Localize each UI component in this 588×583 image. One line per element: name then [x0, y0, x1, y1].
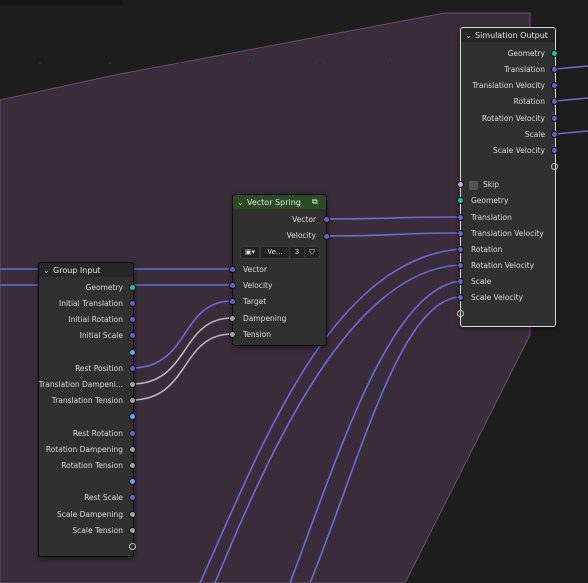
socket-scale-dampening[interactable] [129, 511, 136, 518]
output-scale: Scale [524, 130, 545, 139]
output-rotation-tension: Rotation Tension [61, 461, 123, 470]
socket-in-scale-velocity[interactable] [457, 294, 464, 301]
group-name-field[interactable]: Ve... [260, 246, 290, 259]
socket-out-geometry[interactable] [551, 50, 558, 57]
output-rotation-velocity: Rotation Velocity [481, 114, 545, 123]
socket-in-dampening[interactable] [229, 315, 236, 322]
input-dampening: Dampening [243, 314, 287, 323]
vector-spring-node[interactable]: ⌄ Vector Spring ⧉ Vector Velocity ▣▾ Ve.… [232, 194, 327, 346]
input-rotation: Rotation [471, 245, 503, 254]
output-initial-scale: Initial Scale [79, 331, 123, 340]
collapse-chevron-icon[interactable]: ⌄ [465, 31, 475, 40]
socket-extend[interactable] [129, 543, 136, 550]
user-count[interactable]: 3 [289, 246, 305, 259]
socket-out-rotation-velocity[interactable] [551, 115, 558, 122]
socket-out-extend[interactable] [551, 163, 558, 170]
simulation-output-node[interactable]: ⌄ Simulation Output Geometry Translation… [460, 27, 556, 327]
group-browse-button[interactable]: ▣▾ [240, 246, 260, 259]
input-scale-velocity: Scale Velocity [471, 293, 523, 302]
socket-in-translation[interactable] [457, 214, 464, 221]
output-scale-tension: Scale Tension [72, 526, 123, 535]
socket-initial-rotation[interactable] [129, 316, 136, 323]
input-vector: Vector [243, 265, 267, 274]
input-geometry: Geometry [471, 196, 509, 205]
output-translation-velocity: Translation Velocity [472, 81, 545, 90]
input-velocity: Velocity [243, 281, 273, 290]
socket-out-velocity[interactable] [323, 233, 330, 240]
socket-virtual[interactable] [129, 478, 136, 485]
output-velocity: Velocity [286, 231, 316, 240]
socket-translation-dampening[interactable] [129, 381, 136, 388]
socket-in-target[interactable] [229, 298, 236, 305]
socket-in-extend[interactable] [457, 310, 464, 317]
link-out-translation [554, 65, 588, 70]
output-scale-dampening: Scale Dampening [57, 510, 123, 519]
output-rotation-dampening: Rotation Dampening [45, 445, 123, 454]
socket-out-translation-velocity[interactable] [551, 82, 558, 89]
socket-virtual[interactable] [129, 413, 136, 420]
fake-user-shield-icon[interactable]: ⛉ [304, 246, 320, 259]
input-rotation-velocity: Rotation Velocity [471, 261, 535, 270]
input-translation: Translation [471, 213, 512, 222]
skip-checkbox[interactable] [469, 181, 478, 190]
socket-out-vector[interactable] [323, 216, 330, 223]
vector-spring-header[interactable]: ⌄ Vector Spring ⧉ [233, 195, 326, 209]
collapse-chevron-icon[interactable]: ⌄ [43, 266, 53, 275]
output-vector: Vector [292, 215, 316, 224]
output-geometry: Geometry [85, 283, 123, 292]
socket-rotation-dampening[interactable] [129, 446, 136, 453]
socket-scale-tension[interactable] [129, 527, 136, 534]
socket-in-velocity[interactable] [229, 282, 236, 289]
socket-geometry[interactable] [129, 284, 136, 291]
socket-in-translation-velocity[interactable] [457, 230, 464, 237]
output-translation-tension: Translation Tension [51, 396, 123, 405]
socket-translation-tension[interactable] [129, 397, 136, 404]
socket-in-geometry[interactable] [457, 197, 464, 204]
socket-virtual[interactable] [129, 349, 136, 356]
output-rest-position: Rest Position [75, 364, 123, 373]
output-initial-rotation: Initial Rotation [68, 315, 123, 324]
socket-rotation-tension[interactable] [129, 462, 136, 469]
link-out-scale [554, 130, 588, 135]
output-geometry: Geometry [507, 49, 545, 58]
group-input-title: Group Input [53, 265, 101, 275]
node-group-icon[interactable]: ⧉ [312, 197, 322, 207]
link-out-rotation [554, 97, 588, 102]
socket-in-scale[interactable] [457, 278, 464, 285]
socket-rest-position[interactable] [129, 365, 136, 372]
simulation-output-header[interactable]: ⌄ Simulation Output [461, 28, 555, 42]
input-tension: Tension [243, 330, 272, 339]
socket-in-vector[interactable] [229, 266, 236, 273]
socket-rest-rotation[interactable] [129, 430, 136, 437]
socket-initial-translation[interactable] [129, 300, 136, 307]
socket-rest-scale[interactable] [129, 494, 136, 501]
input-scale: Scale [471, 277, 492, 286]
socket-in-skip[interactable] [457, 181, 464, 188]
input-translation-velocity: Translation Velocity [471, 229, 544, 238]
socket-out-scale-velocity[interactable] [551, 147, 558, 154]
group-input-header[interactable]: ⌄ Group Input [39, 263, 133, 277]
socket-in-tension[interactable] [229, 331, 236, 338]
vector-spring-title: Vector Spring [247, 197, 301, 207]
socket-in-rotation[interactable] [457, 246, 464, 253]
group-input-node[interactable]: ⌄ Group Input Geometry Initial Translati… [38, 262, 134, 557]
simulation-output-title: Simulation Output [475, 30, 548, 40]
socket-initial-scale[interactable] [129, 332, 136, 339]
socket-out-scale[interactable] [551, 131, 558, 138]
output-initial-translation: Initial Translation [58, 299, 123, 308]
socket-out-rotation[interactable] [551, 98, 558, 105]
skip-label: Skip [483, 180, 499, 189]
output-translation-dampening: Translation Dampeni... [38, 380, 123, 389]
output-rest-scale: Rest Scale [84, 493, 123, 502]
output-translation: Translation [504, 65, 545, 74]
output-rest-rotation: Rest Rotation [72, 429, 123, 438]
output-rotation: Rotation [513, 97, 545, 106]
node-editor-canvas[interactable]: ⌄ Group Input Geometry Initial Translati… [0, 0, 588, 583]
input-target: Target [243, 297, 267, 306]
socket-in-rotation-velocity[interactable] [457, 262, 464, 269]
socket-out-translation[interactable] [551, 66, 558, 73]
output-scale-velocity: Scale Velocity [493, 146, 545, 155]
collapse-chevron-icon[interactable]: ⌄ [237, 198, 247, 207]
